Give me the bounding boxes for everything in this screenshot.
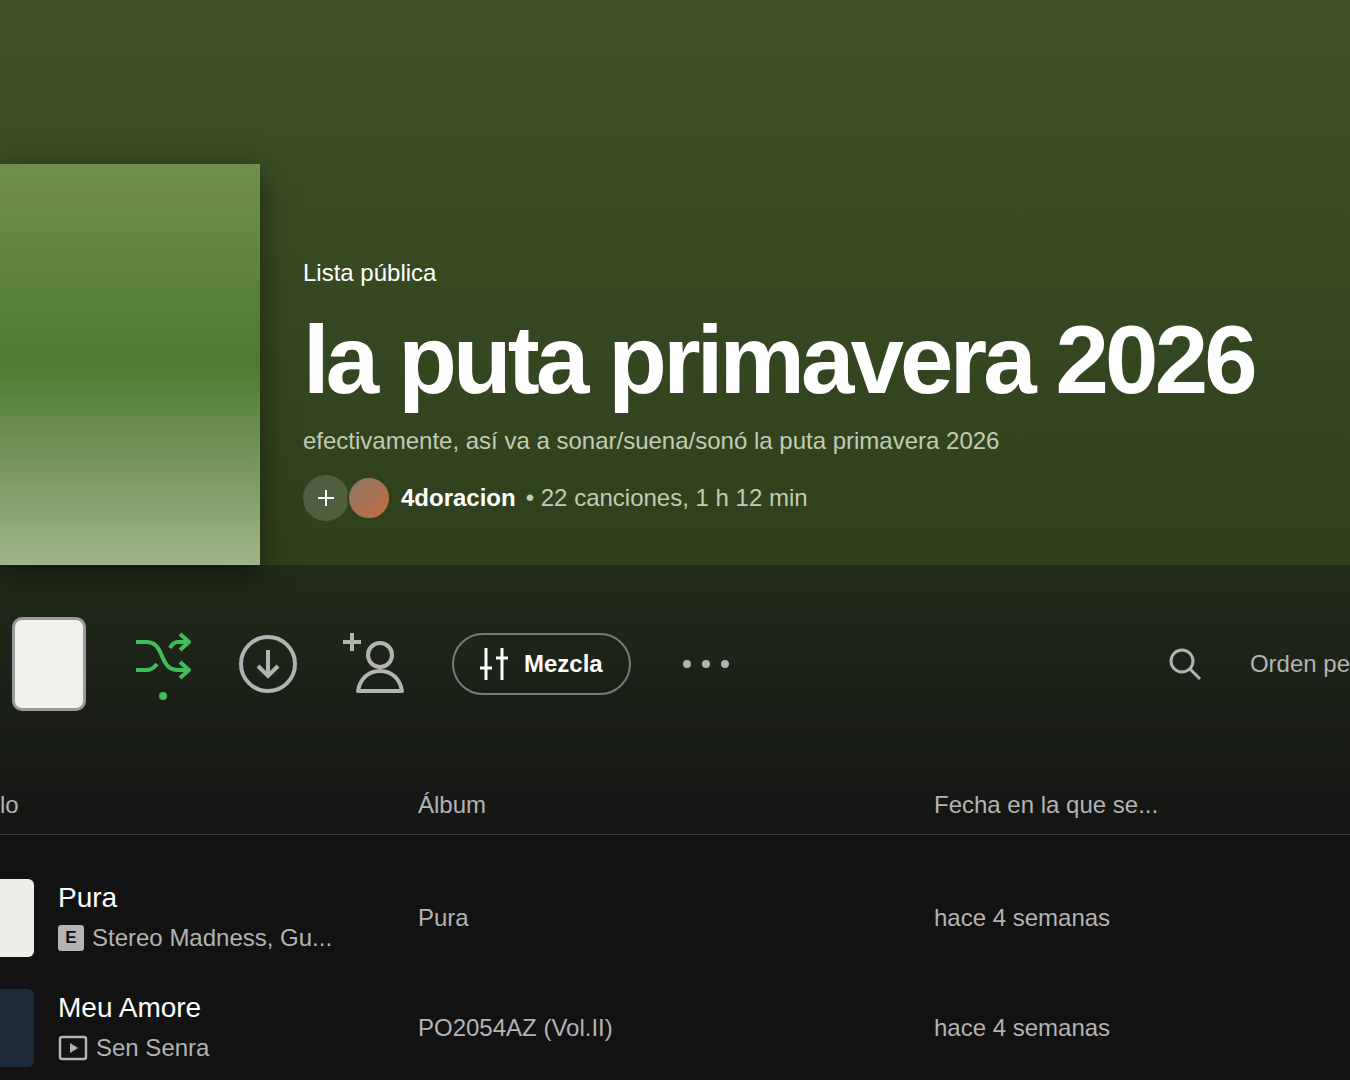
more-options-icon[interactable] — [681, 658, 731, 670]
track-list: PuraEStereo Madness, Gu...Purahace 4 sem… — [0, 835, 1350, 1080]
track-title-cell: Meu Amore Sen Senra — [0, 989, 418, 1067]
playlist-title: la puta primavera 2026 — [303, 310, 1254, 410]
track-subtitle: Sen Senra — [58, 1030, 209, 1066]
track-title[interactable]: Pura — [58, 880, 332, 916]
add-user-icon[interactable] — [342, 631, 408, 697]
album-column-header[interactable]: Álbum — [418, 787, 934, 823]
playlist-meta: • 22 canciones, 1 h 12 min — [526, 480, 808, 516]
owner-name[interactable]: 4doracion — [401, 480, 516, 516]
track-added: hace 4 semanas — [934, 900, 1350, 936]
toolbar: Mezcla Orden pe — [0, 617, 1350, 711]
owner-row: 4doracion • 22 canciones, 1 h 12 min — [303, 474, 1254, 522]
track-row[interactable]: Meu Amore Sen Senra PO2054AZ (Vol.II)hace … — [0, 973, 1350, 1080]
playlist-cover — [0, 164, 260, 565]
explicit-badge: E — [58, 925, 84, 951]
download-icon[interactable] — [238, 634, 298, 694]
header-content: Lista pública la puta primavera 2026 efect… — [0, 164, 1254, 565]
playlist-thumb[interactable] — [12, 617, 86, 711]
track-artists[interactable]: Sen Senra — [96, 1030, 209, 1066]
sliders-icon — [480, 648, 508, 680]
playlist-info: Lista pública la puta primavera 2026 efect… — [303, 258, 1254, 522]
track-album[interactable]: Pura — [418, 900, 934, 936]
video-icon — [58, 1035, 88, 1061]
track-row[interactable]: PuraEStereo Madness, Gu...Purahace 4 sem… — [0, 863, 1350, 973]
playlist-description: efectivamente, así va a sonar/suena/sonó… — [303, 426, 1254, 456]
search-icon[interactable] — [1168, 647, 1202, 681]
track-thumb — [0, 879, 34, 957]
track-subtitle: E Stereo Madness, Gu... — [58, 920, 332, 956]
shuffle-dot — [159, 692, 167, 700]
mix-label: Mezcla — [524, 646, 603, 682]
date-column-header[interactable]: Fecha en la que se... — [934, 787, 1350, 823]
track-text: Meu Amore Sen Senra — [58, 990, 209, 1066]
playlist-header: Lista pública la puta primavera 2026 efect… — [0, 0, 1350, 565]
playlist-type: Lista pública — [303, 258, 1254, 288]
shuffle-icon[interactable] — [130, 617, 196, 711]
title-column-header[interactable]: lo — [0, 787, 418, 823]
add-collaborator-icon[interactable] — [303, 475, 349, 521]
track-album[interactable]: PO2054AZ (Vol.II) — [418, 1010, 934, 1046]
track-title[interactable]: Meu Amore — [58, 990, 209, 1026]
track-thumb — [0, 989, 34, 1067]
table-header: loÁlbumFecha en la que se... — [0, 775, 1350, 835]
track-title-cell: Pura E Stereo Madness, Gu... — [0, 879, 418, 957]
toolbar-section: Mezcla Orden pe loÁlbumFecha en la que se.… — [0, 565, 1350, 835]
sort-button[interactable]: Orden pe — [1250, 646, 1350, 682]
track-artists[interactable]: Stereo Madness, Gu... — [92, 920, 332, 956]
track-added: hace 4 semanas — [934, 1010, 1350, 1046]
track-text: Pura E Stereo Madness, Gu... — [58, 880, 332, 956]
mix-button[interactable]: Mezcla — [452, 633, 631, 695]
owner-avatar[interactable] — [347, 476, 391, 520]
